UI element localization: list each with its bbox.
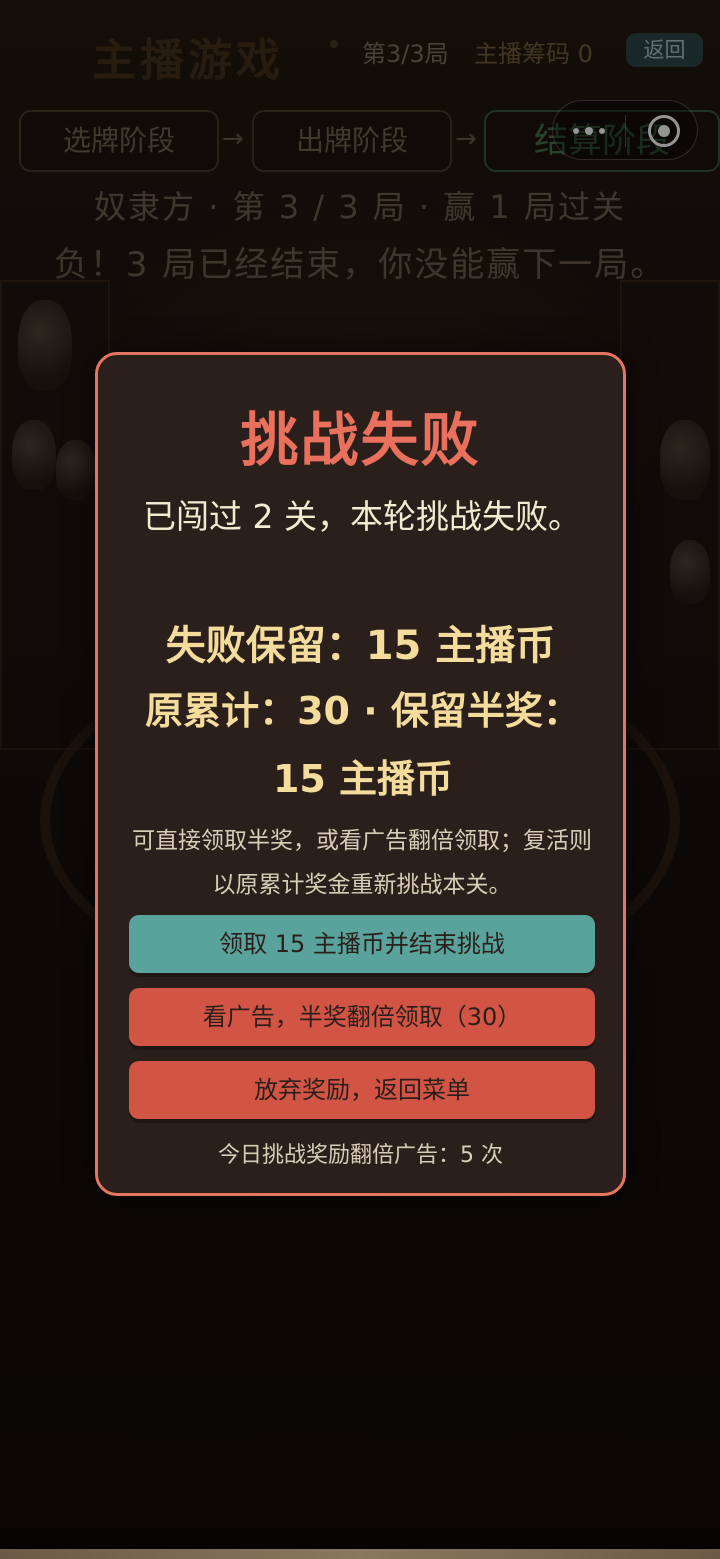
watch-ad-double-button[interactable]: 看广告，半奖翻倍领取（30） [129, 988, 595, 1046]
dialog-title: 挑战失败 [240, 406, 481, 474]
claim-reward-button[interactable]: 领取 15 主播币并结束挑战 [129, 915, 595, 973]
dialog-description: 已闯过 2 关，本轮挑战失败。 [143, 497, 581, 536]
quit-to-menu-button[interactable]: 放弃奖励，返回菜单 [129, 1061, 595, 1119]
kept-reward: 失败保留：15 主播币 [165, 623, 556, 669]
dialog-hint: 可直接领取半奖，或看广告翻倍领取；复活则以原累计奖金重新挑战本关。 [132, 828, 592, 898]
bottom-border [0, 1549, 720, 1559]
ad-remaining-count: 今日挑战奖励翻倍广告：5 次 [218, 1143, 503, 1168]
original-reward: 原累计：30 · 保留半奖：15 主播币 [145, 689, 581, 801]
challenge-failed-dialog: 挑战失败 已闯过 2 关，本轮挑战失败。 失败保留：15 主播币 原累计：30 … [95, 352, 626, 1196]
